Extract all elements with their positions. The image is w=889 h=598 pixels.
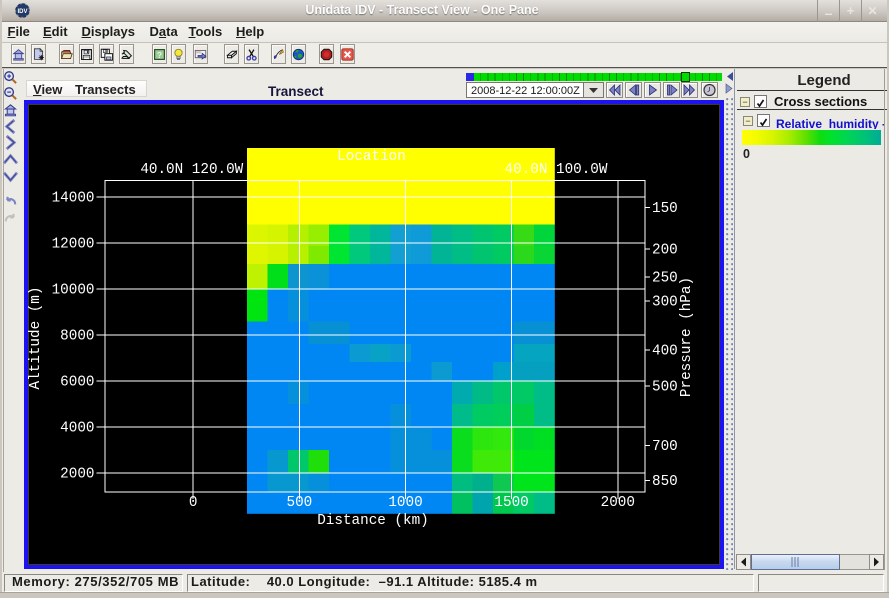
svg-text:4000: 4000 <box>60 421 94 437</box>
svg-text:400: 400 <box>652 344 678 360</box>
svg-text:8000: 8000 <box>60 329 94 345</box>
svg-text:12000: 12000 <box>52 237 95 253</box>
svg-text:1500: 1500 <box>494 495 528 511</box>
svg-text:?: ? <box>157 51 162 60</box>
svg-text:2000: 2000 <box>601 495 635 511</box>
svg-text:250: 250 <box>652 271 678 287</box>
svg-text:150: 150 <box>652 201 678 217</box>
svg-text:Pressure (hPa): Pressure (hPa) <box>679 277 695 397</box>
svg-text:Distance (km): Distance (km) <box>317 513 429 529</box>
svg-text:40.0N 100.0W: 40.0N 100.0W <box>505 162 608 178</box>
svg-text:500: 500 <box>287 495 313 511</box>
svg-text:2000: 2000 <box>60 467 94 483</box>
svg-text:0: 0 <box>189 495 198 511</box>
svg-text:200: 200 <box>652 243 678 259</box>
svg-text:Altitude (m): Altitude (m) <box>28 287 44 390</box>
svg-text:1000: 1000 <box>388 495 422 511</box>
svg-text:300: 300 <box>652 294 678 310</box>
svg-text:Location: Location <box>337 149 406 165</box>
svg-text:40.0N 120.0W: 40.0N 120.0W <box>140 162 243 178</box>
svg-text:6000: 6000 <box>60 375 94 391</box>
svg-text:700: 700 <box>652 439 678 455</box>
svg-text:10000: 10000 <box>52 283 95 299</box>
svg-text:850: 850 <box>652 474 678 490</box>
svg-text:14000: 14000 <box>52 191 95 207</box>
svg-text:500: 500 <box>652 380 678 396</box>
svg-text:IDV: IDV <box>17 9 27 15</box>
